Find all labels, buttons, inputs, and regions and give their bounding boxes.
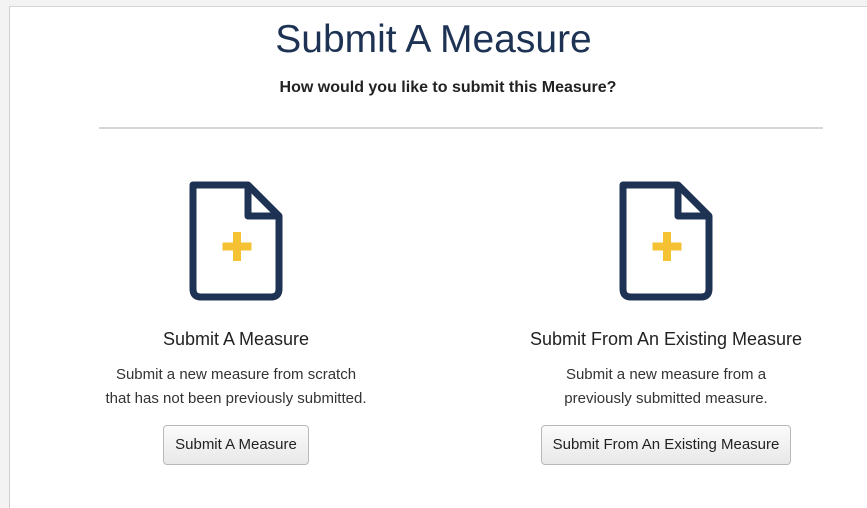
submit-measure-button[interactable]: Submit A Measure	[163, 425, 309, 465]
option-existing-measure: Submit From An Existing Measure Submit a…	[506, 180, 826, 465]
page-subtitle: How would you like to submit this Measur…	[279, 79, 617, 96]
divider	[99, 127, 823, 129]
file-plus-icon	[619, 181, 713, 301]
submit-from-existing-button[interactable]: Submit From An Existing Measure	[540, 425, 792, 465]
option-title: Submit From An Existing Measure	[529, 329, 803, 349]
description-line: previously submitted measure.	[564, 390, 768, 407]
description-line: Submit a new measure from scratch	[115, 366, 357, 383]
file-plus-icon	[189, 181, 283, 301]
description-line: Submit a new measure from a	[565, 366, 767, 383]
option-description: Submit a new measure from scratch that h…	[76, 363, 396, 411]
option-title: Submit A Measure	[162, 329, 310, 349]
description-line: that has not been previously submitted.	[105, 390, 367, 407]
option-new-measure: Submit A Measure Submit a new measure fr…	[76, 180, 396, 465]
option-description: Submit a new measure from a previously s…	[506, 363, 826, 411]
page-title: Submit A Measure	[275, 18, 592, 61]
